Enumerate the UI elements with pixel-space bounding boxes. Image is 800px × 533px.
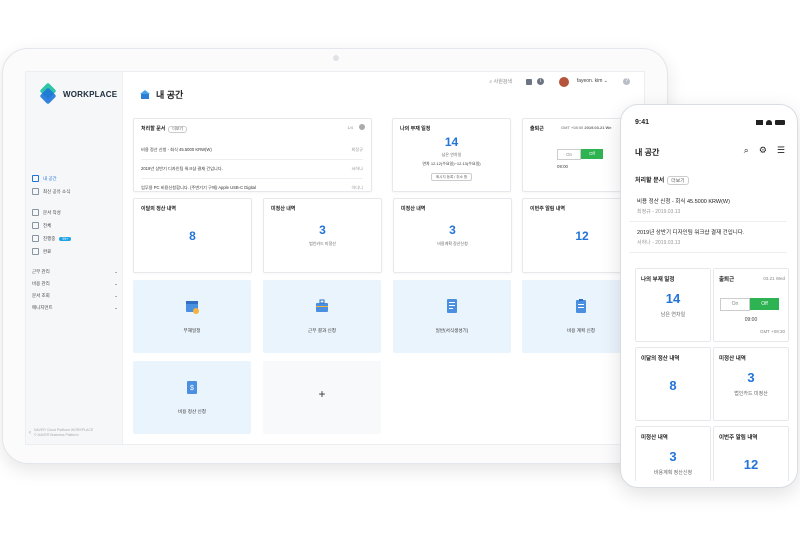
apps-grid-icon[interactable] (526, 79, 532, 85)
logo[interactable]: WORKPLACE (39, 82, 118, 105)
docs-list: 비용 정산 신청 - 회식 45.5000 KRW(W) 최정규 - 2019.0… (629, 191, 787, 253)
hourglass-icon (32, 235, 39, 242)
sidebar-group-docs[interactable]: 문서 조회 ⌄ (32, 290, 118, 302)
stat-card[interactable]: 이달의 정산 내역 8 (635, 347, 711, 421)
home-icon (140, 90, 150, 99)
sidebar-item-my-space[interactable]: 내 공간 (32, 172, 118, 185)
stat-card[interactable]: 미정산 내역 3 비용계획 정산신청 (393, 198, 512, 273)
pencil-icon (32, 209, 39, 216)
attendance-toggle[interactable]: On Off (557, 149, 603, 160)
folder-icon (32, 222, 39, 229)
logo-text: WORKPLACE (63, 89, 118, 99)
list-item[interactable]: 업무용 PC 비용신청합니다. (주변기기 구매) Apple USB-C Di… (141, 179, 363, 197)
signal-icon (756, 120, 763, 125)
avatar[interactable] (559, 77, 569, 87)
sidebar-item-done[interactable]: 완료 (32, 245, 118, 258)
more-button[interactable]: 더보기 (667, 176, 689, 185)
sidebar: WORKPLACE 내 공간 최신 공유 소식 문서 작성 전체 진행중 99+ … (26, 72, 123, 444)
docs-section-title: 처리할 문서 더보기 (635, 175, 689, 185)
phone-screen: 9:41 내 공간 ⌕ ⚙ ☰ 처리할 문서 더보기 비용 정산 신청 - 회식 … (627, 111, 791, 481)
list-item[interactable]: 2019년 상반기 디자인팀 워크샵 결재 건입니다. 서하나 - 2019.03… (629, 222, 787, 253)
receipt-icon: $ (187, 381, 197, 394)
sidebar-group-manage[interactable]: 매니지먼트 ⌄ (32, 302, 118, 314)
page-count: 1/4 (347, 125, 353, 130)
status-time: 9:41 (635, 119, 650, 126)
home-icon (32, 175, 39, 182)
attendance-card: 출퇴근 03.21 Wed On Off 09:00 GMT +08:30 (713, 268, 789, 342)
main-area: ⌕ 사원검색 i fayeon. kim ⌄ ? 내 공간 처리할 문서 더보기 … (123, 72, 644, 444)
sidebar-footer: NAVER Cloud Platform WORKPLACE © NAVER B… (34, 428, 94, 437)
employee-search[interactable]: ⌕ 사원검색 (489, 78, 512, 85)
wifi-icon (766, 120, 772, 125)
attendance-toggle[interactable]: On Off (720, 298, 779, 311)
news-icon (32, 188, 39, 195)
tile-work-result[interactable]: 근무 결과 신청 (263, 280, 381, 353)
tablet-device: WORKPLACE 내 공간 최신 공유 소식 문서 작성 전체 진행중 99+ … (2, 48, 668, 464)
calendar-icon (186, 301, 199, 314)
stat-card[interactable]: 이달의 정산 내역 8 (133, 198, 252, 273)
collapse-sidebar-icon[interactable]: ‹ (29, 430, 31, 436)
docs-list: 비용 정산 신청 - 회식 45.5000 KRW(W) 최정규 2019년 상반… (141, 141, 363, 197)
battery-icon (775, 120, 785, 125)
chevron-down-icon: ⌄ (114, 281, 118, 286)
sidebar-item-all[interactable]: 전체 (32, 219, 118, 232)
svg-text:$: $ (190, 385, 194, 392)
plus-icon: + (318, 387, 326, 401)
list-item[interactable]: 비용 정산 신청 - 회식 45.5000 KRW(W) 최정규 - 2019.0… (629, 191, 787, 222)
document-icon (447, 299, 457, 313)
list-item[interactable]: 2019년 상반기 디자인팀 워크샵 결재 건입니다. 서하나 (141, 160, 363, 179)
add-tile-button[interactable]: + (263, 361, 381, 434)
page-title: 내 공간 (140, 88, 183, 101)
camera-dot (333, 55, 339, 61)
absence-action-button[interactable]: 메시지 등록 / 취소 함 (393, 173, 510, 181)
checklist-icon (576, 299, 586, 313)
info-icon[interactable]: i (537, 78, 544, 85)
tablet-screen: WORKPLACE 내 공간 최신 공유 소식 문서 작성 전체 진행중 99+ … (25, 71, 645, 445)
tile-absence-schedule[interactable]: 부재일정 (133, 280, 251, 353)
sidebar-group-work[interactable]: 근무 관리 ⌄ (32, 266, 118, 278)
chevron-down-icon: ⌄ (114, 269, 118, 274)
absence-card: 나의 부재 일정 14 남은 연차일 연차 12.12(수요일)~12.13(수… (392, 118, 511, 192)
search-icon[interactable]: ⌕ (744, 145, 749, 156)
workplace-logo-icon (39, 82, 57, 105)
topbar: ⌕ 사원검색 i fayeon. kim ⌄ ? (123, 72, 644, 96)
chevron-down-icon: ⌄ (114, 293, 118, 298)
absence-card[interactable]: 나의 부재 일정 14 남은 연차일 (635, 268, 711, 342)
stat-card[interactable]: 미정산 내역 3 법인카드 미정산 (713, 347, 789, 421)
list-item[interactable]: 비용 정산 신청 - 회식 45.5000 KRW(W) 최정규 (141, 141, 363, 160)
page-title: 내 공간 (635, 148, 660, 157)
sidebar-item-write[interactable]: 문서 작성 (32, 206, 118, 219)
menu-icon[interactable]: ☰ (777, 145, 785, 156)
help-icon[interactable]: ? (623, 78, 630, 85)
sidebar-group-cost[interactable]: 비용 관리 ⌄ (32, 278, 118, 290)
status-icons (756, 120, 785, 125)
sidebar-nav: 내 공간 최신 공유 소식 문서 작성 전체 진행중 99+ 완료 근무 관리 ⌄ … (32, 172, 118, 314)
phone-device: 9:41 내 공간 ⌕ ⚙ ☰ 처리할 문서 더보기 비용 정산 신청 - 회식 … (620, 104, 798, 488)
chevron-down-icon: ⌄ (114, 305, 118, 310)
count-badge: 99+ (59, 236, 72, 241)
tile-general-form[interactable]: 일반(서식생성기) (393, 280, 511, 353)
stat-card[interactable]: 이번주 알림 내역 12 (713, 426, 789, 481)
sidebar-item-news[interactable]: 최신 공유 소식 (32, 185, 118, 198)
more-button[interactable]: 더보기 (168, 126, 187, 133)
docs-card: 처리할 문서 더보기 1/4 비용 정산 신청 - 회식 45.5000 KRW(… (133, 118, 372, 192)
stat-card[interactable]: 미정산 내역 3 비용계획 정산신청 (635, 426, 711, 481)
user-menu[interactable]: fayeon. kim ⌄ (577, 78, 608, 84)
tile-cost-settlement[interactable]: $ 비용 정산 신청 (133, 361, 251, 434)
check-icon (32, 248, 39, 255)
briefcase-icon (316, 299, 328, 312)
gear-icon[interactable]: ⚙ (759, 145, 767, 156)
next-page-icon[interactable] (359, 124, 365, 130)
sidebar-item-progress[interactable]: 진행중 99+ (32, 232, 118, 245)
stat-card[interactable]: 미정산 내역 3 법인카드 미정산 (263, 198, 382, 273)
